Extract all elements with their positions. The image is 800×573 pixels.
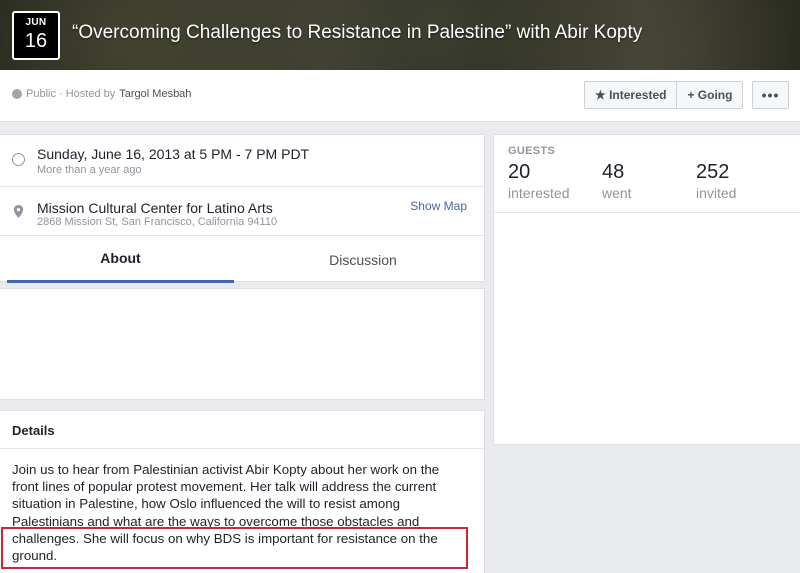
host-link[interactable]: Targol Mesbah: [119, 88, 191, 100]
clock-icon: [12, 153, 25, 166]
details-line: Join us to hear from Palestinian activis…: [12, 462, 440, 477]
tab-discussion[interactable]: Discussion: [241, 236, 485, 283]
event-location-row[interactable]: Mission Cultural Center for Latino Arts …: [0, 187, 485, 235]
stat-count: 20: [508, 161, 531, 183]
guest-stat-invited[interactable]: 252 invited: [696, 161, 736, 201]
guest-stat-went[interactable]: 48 went: [602, 161, 632, 201]
stat-count: 48: [602, 161, 625, 183]
going-button[interactable]: + Going: [676, 82, 742, 108]
show-map-link[interactable]: Show Map: [410, 199, 467, 213]
more-options-button[interactable]: •••: [752, 81, 789, 109]
event-info-card: Sunday, June 16, 2013 at 5 PM - 7 PM PDT…: [0, 134, 485, 283]
privacy-text: Public · Hosted by: [26, 88, 116, 100]
event-time-row: Sunday, June 16, 2013 at 5 PM - 7 PM PDT…: [0, 135, 485, 187]
event-datetime: Sunday, June 16, 2013 at 5 PM - 7 PM PDT: [37, 146, 310, 162]
stat-label: went: [602, 185, 632, 201]
map-pin-icon: [13, 205, 24, 218]
venue-name[interactable]: Mission Cultural Center for Latino Arts: [37, 200, 273, 216]
stat-label: invited: [696, 185, 737, 201]
globe-icon: [12, 89, 22, 99]
venue-address: 2868 Mission St, San Francisco, Californ…: [37, 216, 278, 228]
details-line: situation in Palestine, how Oslo influen…: [12, 496, 401, 512]
rsvp-button-group: ★ Interested + Going: [584, 81, 744, 109]
event-month: JUN: [25, 17, 47, 28]
guests-card: GUESTS 20 interested 48 went 252 invited: [493, 134, 800, 445]
interested-button[interactable]: ★ Interested: [585, 82, 676, 108]
about-content-card: [0, 288, 485, 400]
stat-count: 252: [696, 161, 730, 183]
event-tabs: About Discussion: [0, 235, 485, 283]
guests-label: GUESTS: [508, 145, 556, 157]
stat-label: interested: [508, 185, 570, 201]
event-action-bar: Public · Hosted by Targol Mesbah ★ Inter…: [0, 70, 800, 122]
event-cover: JUN 16 “Overcoming Challenges to Resista…: [0, 0, 800, 70]
highlight-annotation-box: [1, 527, 468, 569]
event-privacy: Public · Hosted by Targol Mesbah: [12, 88, 191, 100]
event-day: 16: [24, 30, 48, 52]
details-line: front lines of popular protest movement.…: [12, 479, 437, 495]
tab-about[interactable]: About: [7, 236, 234, 283]
event-relative-time: More than a year ago: [37, 164, 142, 176]
details-heading: Details: [0, 411, 484, 449]
event-title: “Overcoming Challenges to Resistance in …: [72, 22, 643, 43]
guest-stat-interested[interactable]: 20 interested: [508, 161, 569, 201]
calendar-date-icon: JUN 16: [12, 11, 60, 60]
guests-summary: GUESTS 20 interested 48 went 252 invited: [494, 135, 800, 213]
